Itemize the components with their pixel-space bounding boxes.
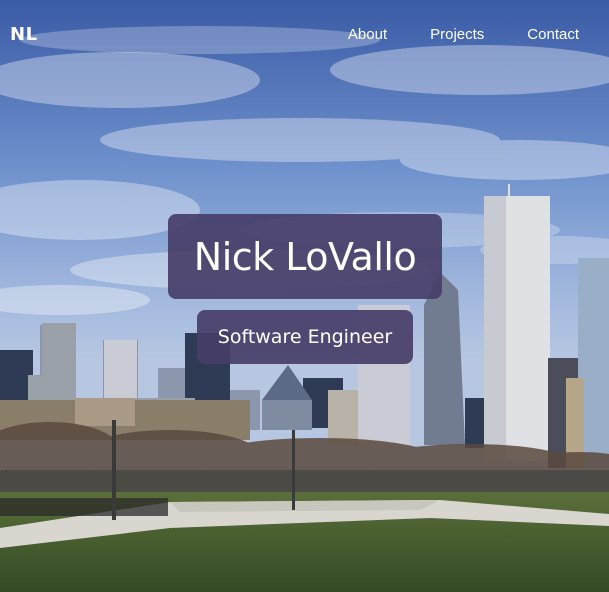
nav-link-projects[interactable]: Projects [430, 26, 484, 43]
hero-title-card: Software Engineer [197, 310, 413, 364]
hero-name: Nick LoVallo [193, 234, 417, 279]
hero-name-card: Nick LoVallo [168, 214, 442, 299]
nav-link-contact[interactable]: Contact [527, 26, 579, 43]
hero-title: Software Engineer [217, 326, 393, 348]
main-nav: About Projects Contact [348, 26, 579, 43]
site-logo[interactable]: NL [10, 24, 38, 45]
nav-link-about[interactable]: About [348, 26, 387, 43]
